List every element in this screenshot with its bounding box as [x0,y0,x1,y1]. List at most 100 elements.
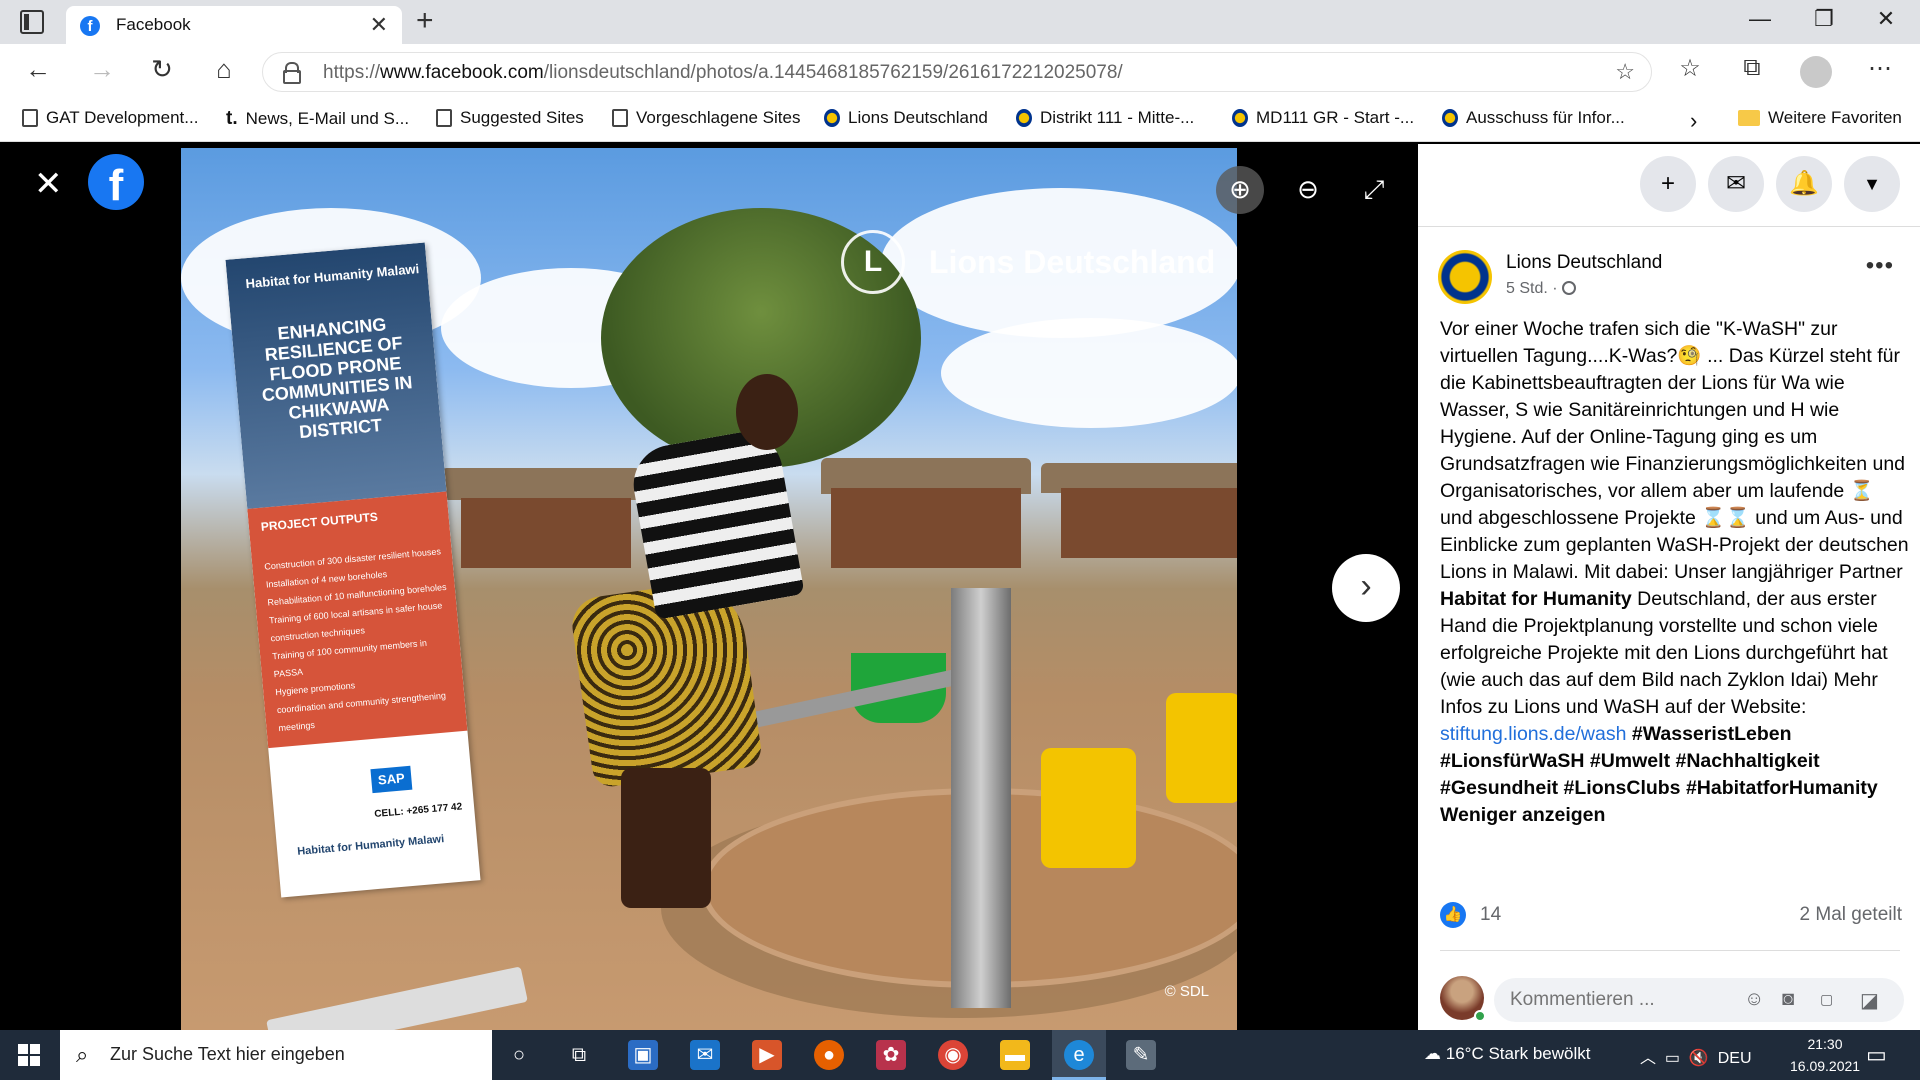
gif-icon[interactable]: ▢ [1820,991,1833,1008]
post-text: Vor einer Woche trafen sich die "K-WaSH"… [1440,316,1910,829]
next-photo-button[interactable]: › [1332,554,1400,622]
file-explorer-icon[interactable]: ▬ [1000,1040,1030,1070]
tab-close-icon[interactable]: ✕ [370,12,388,38]
favorite-distrikt-111[interactable]: Distrikt 111 - Mitte-... [1016,108,1194,128]
cortana-icon[interactable]: ○ [504,1040,534,1070]
post-actions-bar [1440,950,1900,956]
post-time-text: 5 Std. · [1506,280,1558,297]
video-app-icon[interactable]: ▶ [752,1040,782,1070]
clock-date[interactable]: 16.09.2021 [1790,1058,1860,1074]
restore-icon[interactable]: ❐ [1804,6,1844,32]
facebook-logo-icon[interactable]: f [88,154,144,210]
page-icon [612,109,628,127]
website-link[interactable]: stiftung.lions.de/wash [1440,723,1626,745]
lions-icon [824,109,840,127]
post-text-part: Vor einer Woche trafen sich die "K-WaSH"… [1440,318,1909,583]
lock-icon[interactable] [283,62,301,84]
more-options-icon[interactable]: ••• [1866,252,1894,280]
forward-button[interactable]: → [84,54,120,85]
mail-icon[interactable]: ✉ [690,1040,720,1070]
account-chevron-down-icon[interactable]: ▼ [1844,156,1900,212]
address-bar: ← → ↻ ⌂ https://www.facebook.com/lionsde… [0,44,1920,100]
favorite-lions-deutschland[interactable]: Lions Deutschland [824,108,988,128]
url-text[interactable]: https://www.facebook.com/lionsdeutschlan… [323,62,1123,84]
favorite-suggested-sites[interactable]: Suggested Sites [436,108,584,128]
comment-input[interactable] [1510,989,1710,1011]
new-tab-button[interactable]: + [416,4,434,38]
favorites-icon[interactable]: ☆ [1672,54,1708,83]
sticker-icon[interactable]: ◪ [1860,988,1879,1013]
add-favorite-icon[interactable]: ☆ [1615,59,1635,85]
app-icon[interactable]: ✿ [876,1040,906,1070]
zoom-out-icon[interactable]: ⊖ [1284,166,1332,214]
store-icon[interactable]: ▣ [628,1040,658,1070]
project-banner: Habitat for Humanity Malawi ENHANCING RE… [225,242,481,898]
favorites-overflow-chevron-icon[interactable]: › [1690,108,1697,134]
favorite-weitere-favoriten[interactable]: Weitere Favoriten [1738,108,1902,128]
camera-icon[interactable]: ◙ [1782,988,1794,1011]
page-name[interactable]: Lions Deutschland [1506,252,1662,274]
notification-center-icon[interactable]: ▭ [1866,1042,1887,1068]
favorite-t-online[interactable]: t. News, E-Mail und S... [226,108,409,130]
zoom-in-icon[interactable]: ⊕ [1216,166,1264,214]
collections-icon[interactable]: ⧉ [1734,54,1770,82]
taskbar-search[interactable]: ⌕ Zur Suche Text hier eingeben [60,1030,492,1080]
banner-headline: ENHANCING RESILIENCE OF FLOOD PRONE COMM… [261,314,414,443]
like-reaction-icon[interactable]: 👍 [1440,902,1466,928]
back-button[interactable]: ← [20,54,56,85]
menu-more-icon[interactable]: ⋯ [1862,54,1898,83]
windows-taskbar: ⌕ Zur Suche Text hier eingeben ○ ⧉ ▣ ✉ ▶… [0,1030,1920,1080]
page-icon [22,109,38,127]
favorite-ausschuss[interactable]: Ausschuss für Infor... [1442,108,1625,128]
partner-link[interactable]: Habitat for Humanity [1440,588,1632,610]
share-count[interactable]: 2 Mal geteilt [1800,904,1902,926]
post-panel: + ✉ 🔔 ▼ Lions Deutschland 5 Std. · ••• V… [1418,144,1920,1030]
hut-roof [441,468,641,500]
system-tray[interactable]: ︿ ▭ 🔇 DEU [1640,1044,1752,1068]
show-less-link[interactable]: Weniger anzeigen [1440,804,1605,826]
girl-legs [621,768,711,908]
cloud [941,318,1237,428]
edge-icon[interactable]: e [1064,1040,1094,1070]
browser-tab[interactable]: f Facebook ✕ [66,6,402,44]
post-time[interactable]: 5 Std. · [1506,280,1576,298]
page-avatar[interactable] [1438,250,1492,304]
sap-logo: SAP [370,765,413,794]
close-icon[interactable]: ✕ [34,164,63,204]
favorite-vorgeschlagene-sites[interactable]: Vorgeschlagene Sites [612,108,800,128]
language-indicator[interactable]: DEU [1718,1050,1752,1067]
tab-title: Facebook [116,15,191,34]
search-placeholder: Zur Suche Text hier eingeben [110,1044,345,1064]
hut [1061,488,1237,558]
paint-icon[interactable]: ✎ [1126,1040,1156,1070]
comment-box[interactable]: ☺ ◙ ▢ ◪ [1494,978,1904,1022]
search-icon: ⌕ [76,1042,89,1067]
t-online-icon: t. [226,108,238,129]
home-button[interactable]: ⌂ [206,54,242,85]
minimize-icon[interactable]: — [1740,6,1780,32]
windows-start-icon[interactable] [18,1044,40,1066]
weather-widget[interactable]: ☁ 16°C Stark bewölkt [1424,1044,1590,1064]
profile-avatar[interactable] [1800,56,1832,88]
reload-button[interactable]: ↻ [144,54,180,85]
tab-actions-icon[interactable] [20,10,44,34]
url-field[interactable]: https://www.facebook.com/lionsdeutschlan… [262,52,1652,92]
emoji-icon[interactable]: ☺ [1744,988,1764,1011]
post-photo[interactable]: Habitat for Humanity Malawi ENHANCING RE… [181,148,1237,1030]
firefox-icon[interactable]: ● [814,1040,844,1070]
photo-viewer: ✕ f Habitat for Humanity Malawi ENHANCIN… [0,144,1418,1030]
favorite-gat[interactable]: GAT Development... [22,108,198,128]
window-close-icon[interactable]: ✕ [1866,6,1906,32]
messenger-icon[interactable]: ✉ [1708,156,1764,212]
create-plus-icon[interactable]: + [1640,156,1696,212]
clock-time[interactable]: 21:30 [1790,1036,1860,1052]
task-view-icon[interactable]: ⧉ [564,1040,594,1070]
chrome-icon[interactable]: ◉ [938,1040,968,1070]
favorite-md111[interactable]: MD111 GR - Start -... [1232,108,1414,128]
photo-credit: © SDL [1164,983,1209,1000]
like-count[interactable]: 14 [1480,904,1501,926]
fullscreen-icon[interactable]: ⤢ [1350,166,1398,214]
notifications-bell-icon[interactable]: 🔔 [1776,156,1832,212]
yellow-jerrycan [1166,693,1237,803]
page-icon [436,109,452,127]
